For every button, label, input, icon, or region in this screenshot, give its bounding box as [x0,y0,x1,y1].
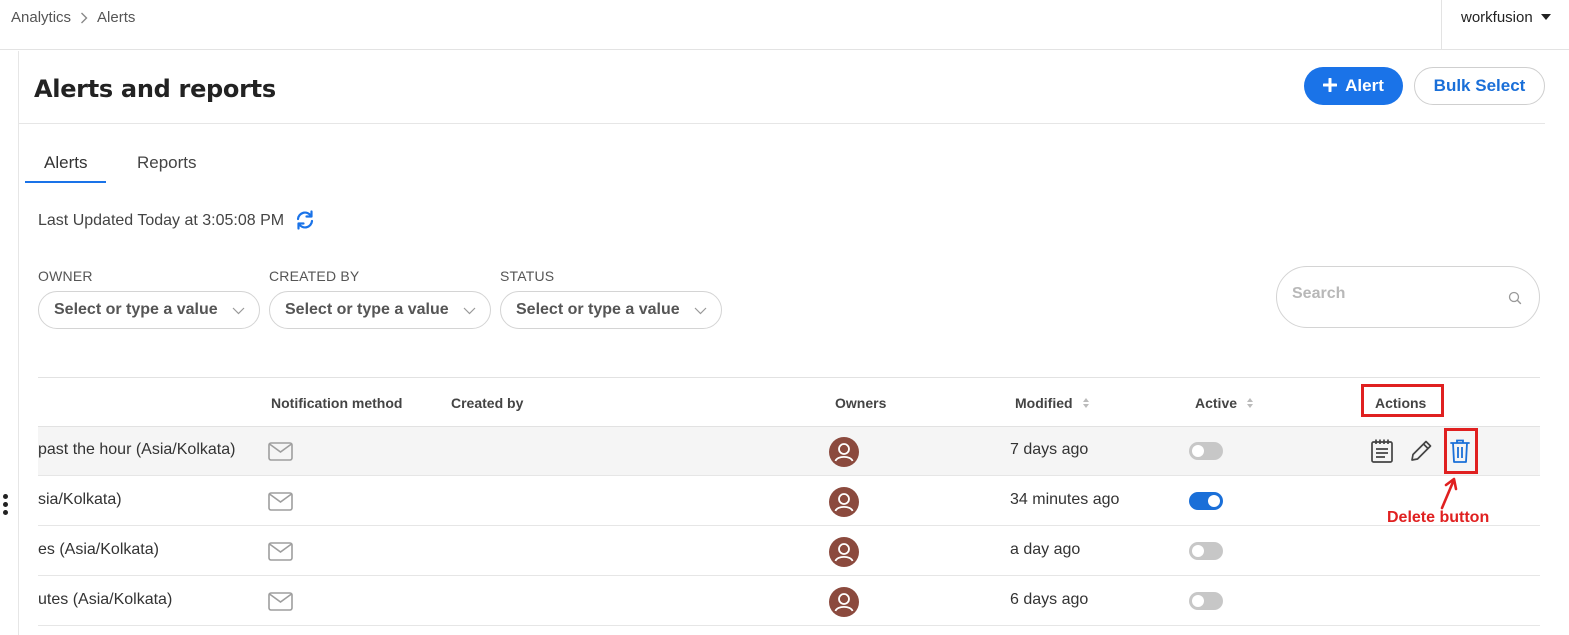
view-log-icon[interactable] [1370,438,1394,464]
column-header-owners: Owners [835,395,887,411]
active-toggle[interactable] [1189,542,1223,560]
add-alert-button[interactable]: Alert [1304,67,1403,105]
modified-value: 6 days ago [1010,591,1089,608]
sort-icon[interactable] [1082,398,1089,408]
annotation-label: Delete button [1387,509,1490,526]
column-header-modified-label: Modified [1015,395,1073,411]
active-tab-indicator [25,181,106,183]
owner-filter-select[interactable]: Select or type a value [38,291,260,329]
last-updated-text: Last Updated Today at 3:05:08 PM [38,212,285,229]
column-header-modified[interactable]: Modified [1015,395,1089,411]
owner-filter-placeholder: Select or type a value [54,301,218,318]
column-header-active[interactable]: Active [1195,395,1254,411]
page-title: Alerts and reports [34,75,276,103]
header-divider [19,123,1545,124]
column-header-active-label: Active [1195,395,1238,411]
created-by-filter-select[interactable]: Select or type a value [269,291,491,329]
email-icon [268,592,293,616]
last-updated: Last Updated Today at 3:05:08 PM [38,209,316,231]
created-by-filter-label: CREATED BY [269,268,360,284]
delete-button-highlight [1444,428,1478,474]
user-menu[interactable]: workfusion [1441,0,1569,50]
search-icon[interactable] [1508,291,1522,310]
search-input[interactable] [1292,285,1492,303]
user-name: workfusion [1461,9,1533,26]
table-row[interactable]: sia/Kolkata) 34 minutes ago [38,477,1540,526]
alert-name[interactable]: es (Asia/Kolkata) [38,541,159,559]
chevron-down-icon [463,304,476,322]
top-bar: Analytics Alerts workfusion [0,0,1569,50]
email-icon [268,442,293,466]
table-row[interactable]: es (Asia/Kolkata) a day ago [38,527,1540,576]
bulk-select-button[interactable]: Bulk Select [1414,67,1545,105]
owner-avatar[interactable] [829,487,859,517]
chevron-right-icon [80,12,88,24]
status-filter-placeholder: Select or type a value [516,301,680,318]
table-top-border [38,377,1540,378]
owner-filter-label: OWNER [38,268,93,284]
breadcrumb-current: Alerts [97,9,136,26]
created-by-filter-placeholder: Select or type a value [285,301,449,318]
active-toggle[interactable] [1189,592,1223,610]
table-row[interactable]: past the hour (Asia/Kolkata) 7 days ago [38,427,1540,476]
modified-value: a day ago [1010,541,1081,558]
modified-value: 7 days ago [1010,441,1089,458]
edit-pencil-icon[interactable] [1408,438,1434,464]
add-alert-label: Alert [1345,76,1384,95]
tab-reports[interactable]: Reports [137,153,197,173]
active-toggle[interactable] [1189,442,1223,460]
alert-name[interactable]: utes (Asia/Kolkata) [38,591,172,609]
status-filter-select[interactable]: Select or type a value [500,291,722,329]
breadcrumb: Analytics Alerts [11,9,135,26]
email-icon [268,542,293,566]
active-toggle[interactable] [1189,492,1223,510]
email-icon [268,492,293,516]
column-header-notification-method: Notification method [271,395,403,411]
actions-header-highlight [1361,384,1444,417]
owner-avatar[interactable] [829,437,859,467]
modified-value: 34 minutes ago [1010,491,1120,508]
tab-alerts[interactable]: Alerts [44,153,87,173]
status-filter-label: STATUS [500,268,555,284]
plus-icon [1322,76,1338,96]
alert-name[interactable]: past the hour (Asia/Kolkata) [38,441,235,459]
caret-down-icon [1540,14,1551,20]
kebab-menu-icon[interactable] [3,494,9,515]
refresh-icon[interactable] [294,209,316,231]
search-box [1276,266,1540,328]
column-header-created-by: Created by [451,395,524,411]
table-row[interactable]: utes (Asia/Kolkata) 6 days ago [38,577,1540,626]
breadcrumb-analytics-link[interactable]: Analytics [11,9,71,26]
sort-icon[interactable] [1247,398,1254,408]
owner-avatar[interactable] [829,537,859,567]
alert-name[interactable]: sia/Kolkata) [38,491,122,509]
chevron-down-icon [232,304,245,322]
chevron-down-icon [694,304,707,322]
panel-divider [18,51,19,635]
owner-avatar[interactable] [829,587,859,617]
